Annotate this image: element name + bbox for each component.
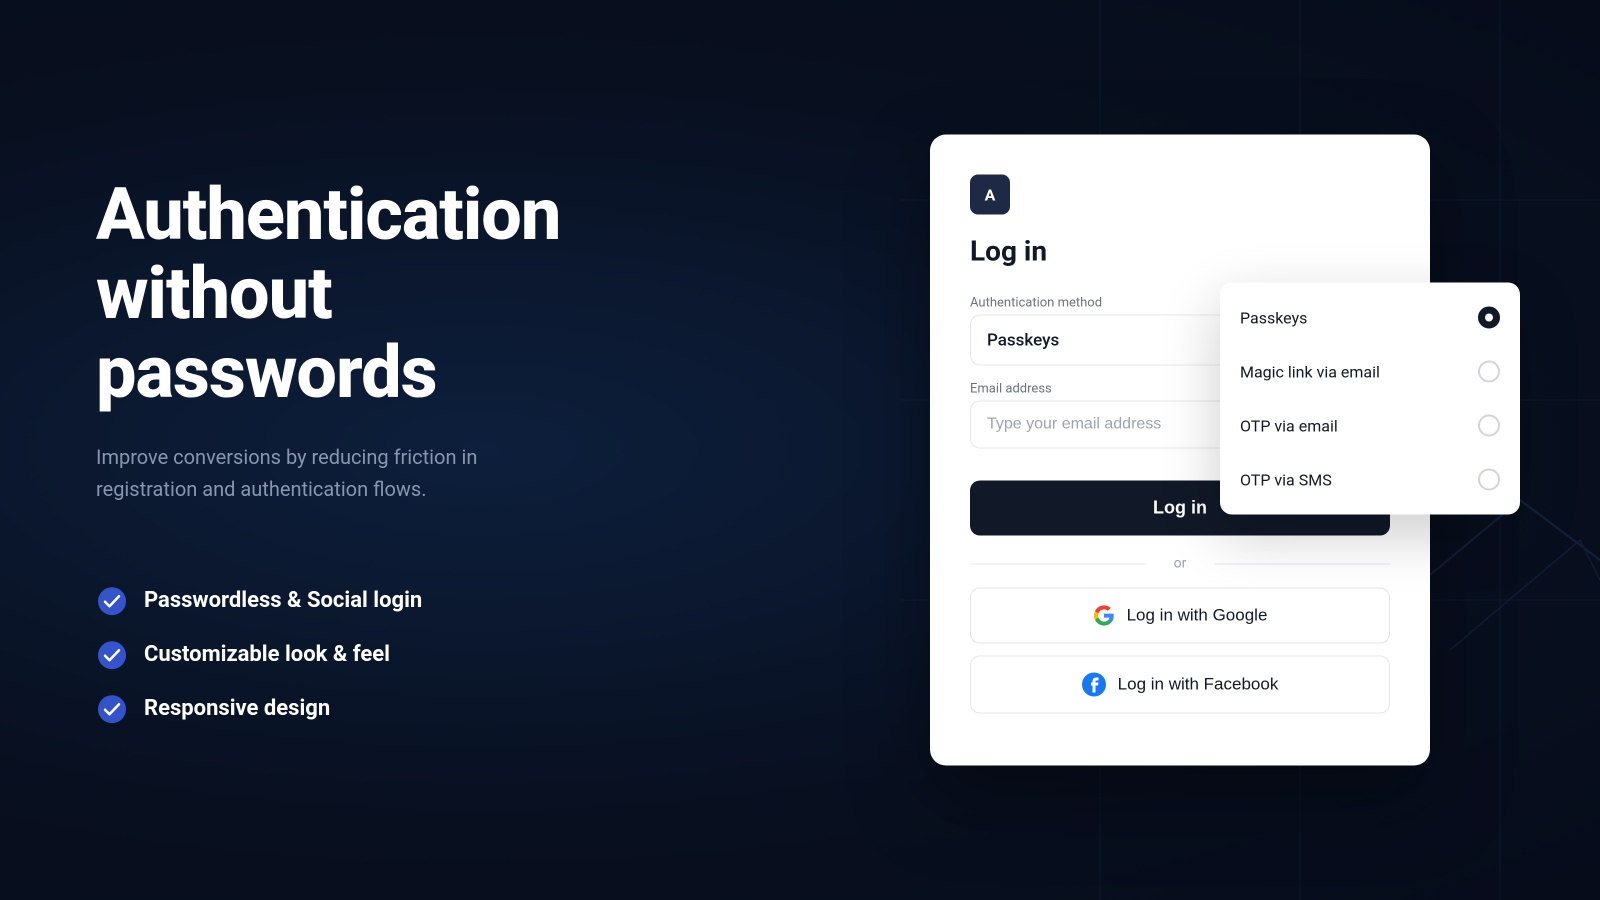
dropdown-item-otp-sms[interactable]: OTP via SMS — [1220, 453, 1520, 507]
facebook-login-button[interactable]: Log in with Facebook — [970, 656, 1390, 714]
left-panel: Authentication without passwords Improve… — [96, 175, 676, 725]
feature-item-3: Responsive design — [96, 693, 676, 725]
check-icon-1 — [96, 585, 128, 617]
dropdown-item-passkeys[interactable]: Passkeys — [1220, 291, 1520, 345]
auth-method-dropdown: Passkeys Magic link via email OTP via em… — [1220, 283, 1520, 515]
app-icon: A — [970, 175, 1010, 215]
facebook-login-label: Log in with Facebook — [1118, 675, 1279, 695]
google-login-label: Log in with Google — [1127, 606, 1268, 626]
feature-text-2: Customizable look & feel — [144, 642, 390, 667]
auth-method-value: Passkeys — [987, 330, 1059, 350]
login-title: Log in — [970, 235, 1390, 268]
dropdown-label-otp-email: OTP via email — [1240, 416, 1338, 435]
or-divider: or — [970, 556, 1390, 572]
dropdown-label-passkeys: Passkeys — [1240, 308, 1307, 327]
radio-otp-sms — [1478, 469, 1500, 491]
feature-text-3: Responsive design — [144, 696, 330, 721]
main-heading: Authentication without passwords — [96, 175, 676, 413]
facebook-icon — [1082, 673, 1106, 697]
check-icon-2 — [96, 639, 128, 671]
google-icon — [1093, 605, 1115, 627]
feature-text-1: Passwordless & Social login — [144, 588, 422, 613]
feature-item-2: Customizable look & feel — [96, 639, 676, 671]
right-panel: A Log in Authentication method Passkeys … — [930, 135, 1430, 766]
dropdown-item-magic-link[interactable]: Magic link via email — [1220, 345, 1520, 399]
dropdown-label-otp-sms: OTP via SMS — [1240, 470, 1332, 489]
dropdown-label-magic-link: Magic link via email — [1240, 362, 1380, 381]
radio-passkeys — [1478, 307, 1500, 329]
radio-magic-link — [1478, 361, 1500, 383]
sub-heading: Improve conversions by reducing friction… — [96, 441, 576, 505]
feature-item-1: Passwordless & Social login — [96, 585, 676, 617]
google-login-button[interactable]: Log in with Google — [970, 588, 1390, 644]
login-card: A Log in Authentication method Passkeys … — [930, 135, 1430, 766]
radio-otp-email — [1478, 415, 1500, 437]
dropdown-item-otp-email[interactable]: OTP via email — [1220, 399, 1520, 453]
feature-list: Passwordless & Social login Customizable… — [96, 585, 676, 725]
check-icon-3 — [96, 693, 128, 725]
